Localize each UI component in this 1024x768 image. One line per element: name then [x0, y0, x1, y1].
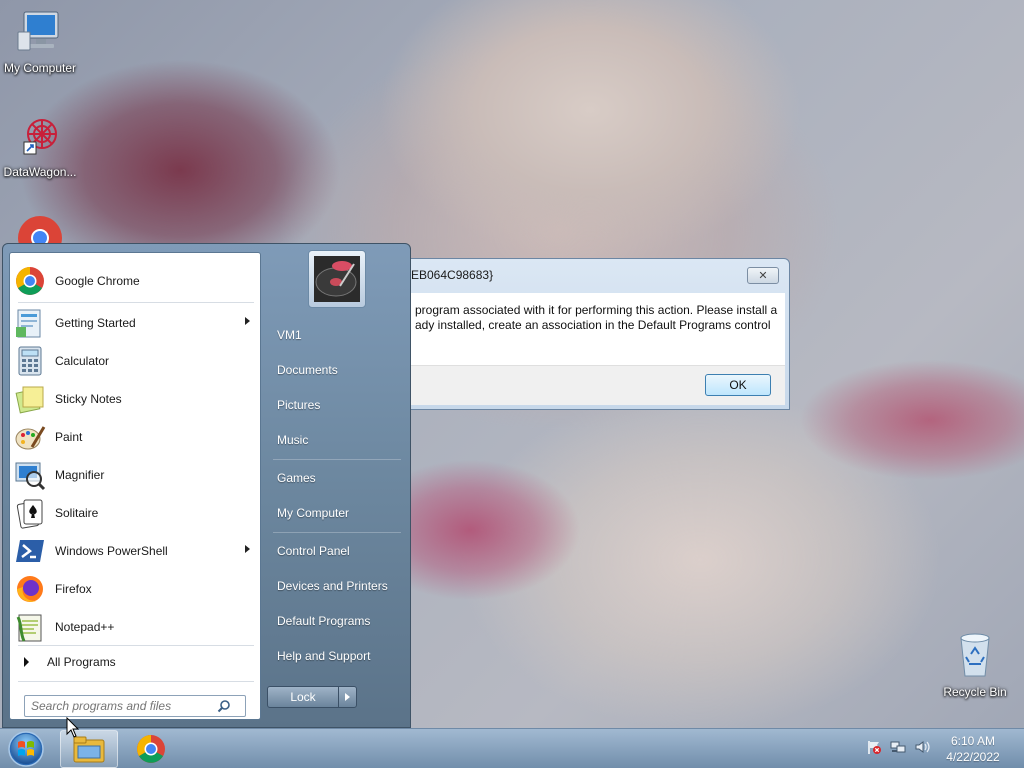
close-icon: ✕ — [758, 269, 768, 282]
program-label: Windows PowerShell — [55, 544, 168, 558]
dialog-close-button[interactable]: ✕ — [747, 267, 779, 284]
separator — [18, 681, 254, 682]
mouse-pointer-icon — [66, 717, 80, 738]
submenu-arrow-icon — [245, 545, 250, 553]
start-button[interactable] — [6, 730, 46, 768]
taskbar-clock[interactable]: 6:10 AM 4/22/2022 — [942, 733, 1004, 765]
taskbar-chrome[interactable] — [122, 730, 180, 768]
shutdown-options-button[interactable] — [338, 686, 357, 708]
separator — [18, 302, 254, 303]
search-input[interactable] — [31, 699, 217, 713]
separator — [273, 532, 401, 533]
start-item-help-and-support[interactable]: Help and Support — [271, 642, 403, 670]
start-item-music[interactable]: Music — [271, 426, 403, 454]
program-label: Google Chrome — [55, 274, 140, 288]
desktop-icon-label: DataWagon... — [3, 165, 77, 179]
program-calculator[interactable]: Calculator — [14, 343, 258, 379]
chrome-icon — [18, 216, 62, 260]
calculator-icon — [18, 346, 42, 376]
program-firefox[interactable]: Firefox — [14, 571, 258, 607]
sticky-notes-icon — [15, 386, 44, 414]
start-menu-programs-pane: Google Chrome Getting Started Calculator… — [9, 252, 261, 720]
start-item-documents[interactable]: Documents — [271, 356, 403, 384]
desktop-icon-label: My Computer — [3, 61, 77, 75]
volume-icon[interactable] — [914, 739, 930, 755]
dialog-title: EB064C98683} — [411, 268, 494, 282]
program-magnifier[interactable]: Magnifier — [14, 457, 258, 493]
all-programs-label: All Programs — [47, 655, 116, 669]
start-item-devices-and-printers[interactable]: Devices and Printers — [271, 572, 403, 600]
dialog-message-line: ady installed, create an association in … — [415, 318, 771, 332]
program-paint[interactable]: Paint — [14, 419, 258, 455]
program-google-chrome[interactable]: Google Chrome — [14, 263, 258, 299]
triangle-right-icon — [24, 657, 29, 667]
getting-started-icon — [16, 309, 41, 338]
program-notepadpp[interactable]: Notepad++ — [14, 609, 258, 645]
powershell-icon — [16, 540, 44, 562]
magnifier-icon — [15, 462, 46, 491]
turntable-user-icon — [314, 256, 360, 302]
desktop-icon-datawagon[interactable]: DataWagon... — [0, 112, 80, 179]
user-account-picture[interactable] — [308, 250, 366, 308]
program-label: Getting Started — [55, 316, 136, 330]
chrome-icon — [137, 735, 165, 763]
clock-date: 4/22/2022 — [946, 750, 1000, 764]
action-center-flag-icon[interactable] — [866, 739, 882, 755]
recycle-bin-icon — [960, 633, 990, 677]
start-item-vm1[interactable]: VM1 — [271, 321, 403, 349]
start-item-control-panel[interactable]: Control Panel — [271, 537, 403, 565]
lock-button[interactable]: Lock — [267, 686, 339, 708]
separator — [18, 645, 254, 646]
search-icon[interactable] — [217, 699, 231, 713]
clock-time: 6:10 AM — [950, 734, 996, 748]
error-dialog: EB064C98683} ✕ program associated with i… — [404, 258, 790, 410]
firefox-icon — [17, 576, 43, 602]
chevron-right-icon — [345, 693, 350, 701]
system-tray — [866, 739, 930, 755]
program-solitaire[interactable]: Solitaire — [14, 495, 258, 531]
all-programs-button[interactable]: All Programs — [18, 651, 254, 673]
computer-icon — [17, 11, 59, 51]
chrome-icon — [16, 267, 44, 295]
submenu-arrow-icon — [245, 317, 250, 325]
dialog-message-line: program associated with it for performin… — [415, 303, 778, 317]
desktop-icon-my-computer[interactable]: My Computer — [0, 8, 80, 75]
dialog-footer: OK — [409, 365, 785, 405]
solitaire-icon — [16, 499, 43, 529]
separator — [273, 459, 401, 460]
desktop-icon-label: Recycle Bin — [943, 685, 1007, 699]
datawagon-shortcut-icon — [23, 119, 57, 155]
program-sticky-notes[interactable]: Sticky Notes — [14, 381, 258, 417]
program-label: Firefox — [55, 582, 92, 596]
start-item-pictures[interactable]: Pictures — [271, 391, 403, 419]
windows-orb-icon — [8, 731, 44, 767]
notepadpp-icon — [16, 614, 42, 642]
program-label: Notepad++ — [55, 620, 115, 634]
desktop-icon-recycle-bin[interactable]: Recycle Bin — [935, 630, 1015, 699]
start-item-default-programs[interactable]: Default Programs — [271, 607, 403, 635]
program-label: Solitaire — [55, 506, 99, 520]
start-menu: Google Chrome Getting Started Calculator… — [2, 243, 411, 728]
ok-button[interactable]: OK — [705, 374, 771, 396]
network-icon[interactable] — [890, 739, 906, 755]
paint-icon — [15, 426, 46, 450]
start-search-box[interactable] — [24, 695, 246, 717]
program-getting-started[interactable]: Getting Started — [14, 305, 258, 341]
start-item-games[interactable]: Games — [271, 464, 403, 492]
program-label: Magnifier — [55, 468, 105, 482]
dialog-message: program associated with it for performin… — [409, 293, 785, 365]
program-windows-powershell[interactable]: Windows PowerShell — [14, 533, 258, 569]
program-label: Sticky Notes — [55, 392, 122, 406]
program-label: Paint — [55, 430, 83, 444]
program-label: Calculator — [55, 354, 110, 368]
start-item-my-computer[interactable]: My Computer — [271, 499, 403, 527]
